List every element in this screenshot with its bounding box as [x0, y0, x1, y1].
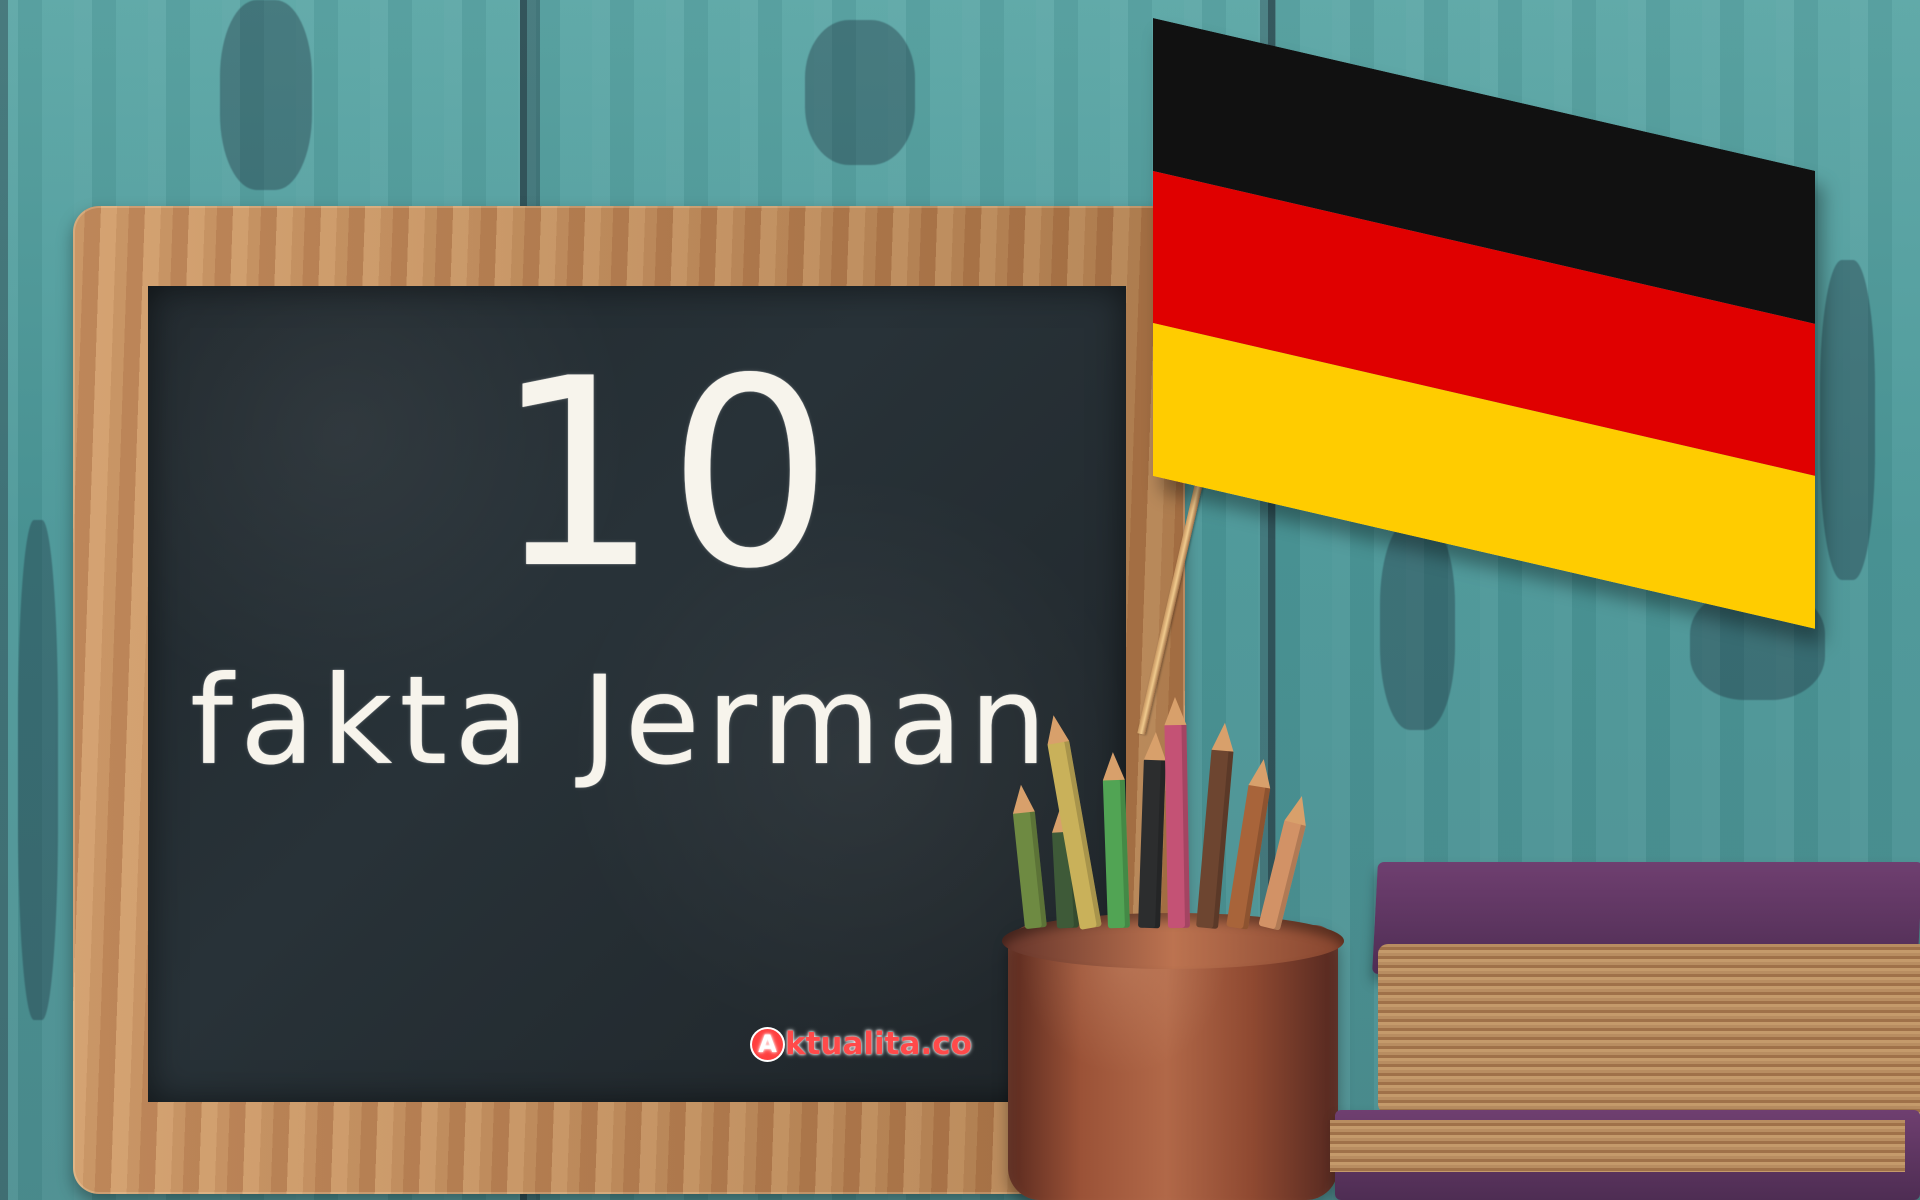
wood-wear-mark	[1820, 260, 1875, 580]
chalkboard-title: fakta Jerman	[190, 650, 1054, 792]
bottom-book-pages	[1330, 1120, 1905, 1172]
pencil-cup	[1002, 913, 1344, 1200]
colored-pencil	[1258, 818, 1307, 931]
germany-flag	[1153, 18, 1815, 629]
colored-pencil	[1196, 747, 1234, 929]
wood-wear-mark	[1380, 520, 1455, 730]
top-book-pages	[1378, 944, 1920, 1114]
wood-wear-mark	[805, 20, 915, 165]
book-stack	[1330, 862, 1920, 1200]
aktualita-watermark: A ktualita.co	[752, 1026, 972, 1062]
watermark-logo-badge: A	[752, 1028, 783, 1060]
chalkboard-number: 10	[494, 324, 841, 626]
watermark-text: ktualita.co	[785, 1026, 972, 1062]
illustration-scene: 10 fakta Jerman A ktualita.co	[0, 0, 1920, 1200]
wood-wear-mark	[220, 0, 312, 190]
wood-wear-mark	[18, 520, 58, 1020]
colored-pencil	[1164, 722, 1190, 929]
